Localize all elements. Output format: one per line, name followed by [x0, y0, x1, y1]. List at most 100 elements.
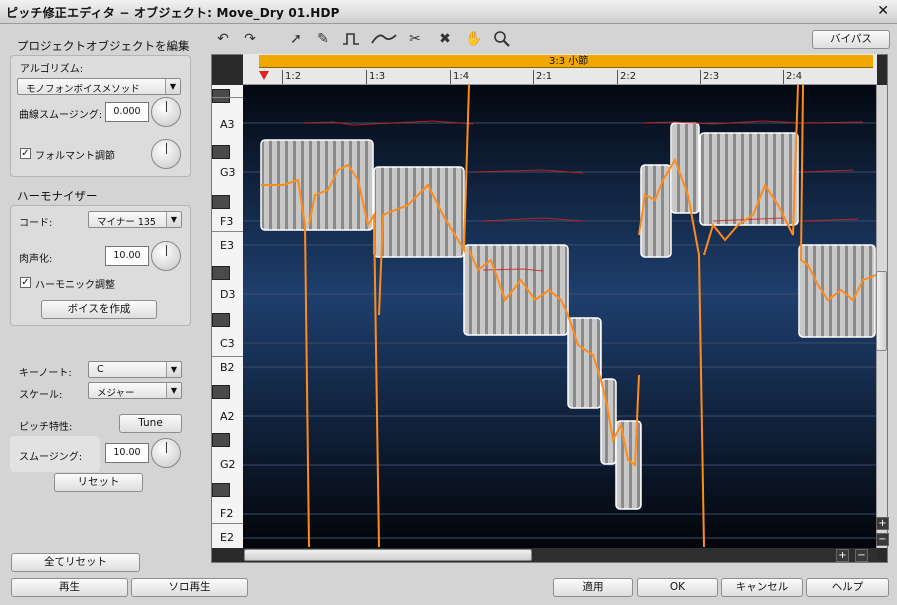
square-wave-icon[interactable] — [342, 30, 360, 48]
key-label: キーノート: — [19, 368, 72, 379]
tick-line — [533, 70, 534, 84]
scale-label: スケール: — [19, 390, 63, 401]
humanize-knob[interactable] — [151, 241, 181, 271]
tune-button[interactable]: Tune — [119, 414, 182, 433]
create-voice-button[interactable]: ボイスを作成 — [41, 300, 157, 319]
smooth-wave-icon[interactable] — [371, 30, 397, 48]
harmonizer-title: ハーモナイザー — [17, 189, 98, 203]
tick-label: 2:3 — [703, 71, 720, 82]
humanize-label: 肉声化: — [19, 254, 53, 265]
note-blob — [373, 166, 465, 258]
white-key[interactable] — [212, 85, 243, 98]
tick-label: 2:4 — [786, 71, 803, 82]
humanize-input[interactable]: 10.00 — [105, 246, 149, 266]
note-label: E2 — [220, 531, 234, 544]
redo-icon[interactable]: ↷ — [241, 30, 259, 48]
smoothing-input[interactable]: 10.00 — [105, 443, 149, 463]
key-value: C — [97, 364, 104, 375]
playhead-marker-icon[interactable] — [259, 71, 269, 80]
curve-smoothing-label: 曲線スムージング: — [19, 110, 103, 121]
black-key[interactable] — [212, 313, 230, 327]
horizontal-scroll-thumb[interactable] — [244, 549, 532, 561]
black-key[interactable] — [212, 266, 230, 280]
note-label: G3 — [220, 166, 236, 179]
smoothing-knob[interactable] — [151, 438, 181, 468]
algorithm-label: アルゴリズム: — [20, 64, 84, 75]
reset-all-button[interactable]: 全てリセット — [11, 553, 140, 572]
play-button[interactable]: 再生 — [11, 578, 128, 597]
ok-button[interactable]: OK — [637, 578, 718, 597]
smoothing-label: スムージング: — [19, 452, 83, 463]
note-blob — [798, 244, 876, 338]
bypass-button[interactable]: バイパス — [812, 30, 890, 49]
tick-line — [366, 70, 367, 84]
tick-line — [450, 70, 451, 84]
zoom-out-icon[interactable]: − — [876, 533, 889, 546]
pitch-canvas[interactable] — [243, 85, 876, 548]
title-bar: ピッチ修正エディタ − オブジェクト: Move_Dry 01.HDP ✕ — [0, 0, 897, 24]
black-key[interactable] — [212, 195, 230, 209]
undo-icon[interactable]: ↶ — [214, 30, 232, 48]
pointer-icon[interactable]: ➚ — [287, 30, 305, 48]
algorithm-select[interactable]: モノフォンボイスメソッド ▼ — [17, 78, 181, 95]
tick-line — [700, 70, 701, 84]
cancel-button[interactable]: キャンセル — [721, 578, 803, 597]
help-button[interactable]: ヘルプ — [806, 578, 889, 597]
piano-keys[interactable] — [212, 85, 243, 548]
black-key[interactable] — [212, 433, 230, 447]
note-blob — [463, 244, 569, 336]
tick-label: 1:4 — [453, 71, 470, 82]
harmonic-label: ハーモニック調整 — [35, 280, 115, 291]
formant-label: フォルマント調節 — [35, 151, 115, 162]
algorithm-value: モノフォンボイスメソッド — [26, 84, 140, 95]
black-key[interactable] — [212, 145, 230, 159]
note-label: B2 — [220, 361, 235, 374]
chord-label: コード: — [19, 218, 53, 229]
curve-smoothing-input[interactable]: 0.000 — [105, 102, 149, 122]
note-blob — [699, 132, 799, 226]
solo-play-button[interactable]: ソロ再生 — [131, 578, 248, 597]
vertical-scroll-thumb[interactable] — [876, 271, 887, 351]
chevron-down-icon: ▼ — [166, 383, 181, 398]
formant-checkbox[interactable]: ✓ — [20, 148, 31, 159]
tick-label: 2:2 — [620, 71, 637, 82]
edit-section-title: プロジェクトオブジェクトを編集 — [17, 39, 190, 53]
zoom-icon[interactable] — [493, 30, 511, 48]
chevron-down-icon: ▼ — [165, 79, 180, 94]
chord-select[interactable]: マイナー 135 ▼ — [88, 211, 182, 228]
reset-button[interactable]: リセット — [54, 473, 143, 492]
zoom-in-icon[interactable]: + — [836, 549, 849, 562]
window-title: ピッチ修正エディタ − オブジェクト: Move_Dry 01.HDP — [6, 6, 340, 20]
section-label: 3:3 小節 — [549, 56, 589, 67]
note-label: F3 — [220, 215, 234, 228]
chevron-down-icon: ▼ — [166, 212, 181, 227]
tick-line — [617, 70, 618, 84]
delete-icon[interactable]: ✖ — [436, 30, 454, 48]
note-label: D3 — [220, 288, 236, 301]
apply-button[interactable]: 適用 — [553, 578, 633, 597]
tick-label: 1:3 — [369, 71, 386, 82]
formant-knob[interactable] — [151, 139, 181, 169]
scissors-icon[interactable]: ✂ — [406, 30, 424, 48]
note-label: A3 — [220, 118, 235, 131]
tick-line — [282, 70, 283, 84]
tick-line — [783, 70, 784, 84]
note-label: G2 — [220, 458, 236, 471]
key-select[interactable]: C ▼ — [88, 361, 182, 378]
pitch-char-label: ピッチ特性: — [19, 422, 73, 433]
pencil-icon[interactable]: ✎ — [314, 30, 332, 48]
chevron-down-icon: ▼ — [166, 362, 181, 377]
chord-value: マイナー 135 — [97, 217, 156, 228]
scale-value: メジャー — [97, 388, 135, 399]
black-key[interactable] — [212, 483, 230, 497]
note-label: E3 — [220, 239, 234, 252]
zoom-out-icon[interactable]: − — [855, 549, 868, 562]
scale-select[interactable]: メジャー ▼ — [88, 382, 182, 399]
black-key[interactable] — [212, 385, 230, 399]
harmonic-checkbox[interactable]: ✓ — [20, 277, 31, 288]
close-icon[interactable]: ✕ — [877, 3, 889, 19]
section-marker-bar: 3:3 小節 — [259, 55, 873, 68]
zoom-in-icon[interactable]: + — [876, 517, 889, 530]
curve-smoothing-knob[interactable] — [151, 97, 181, 127]
hand-icon[interactable]: ✋ — [465, 30, 483, 48]
